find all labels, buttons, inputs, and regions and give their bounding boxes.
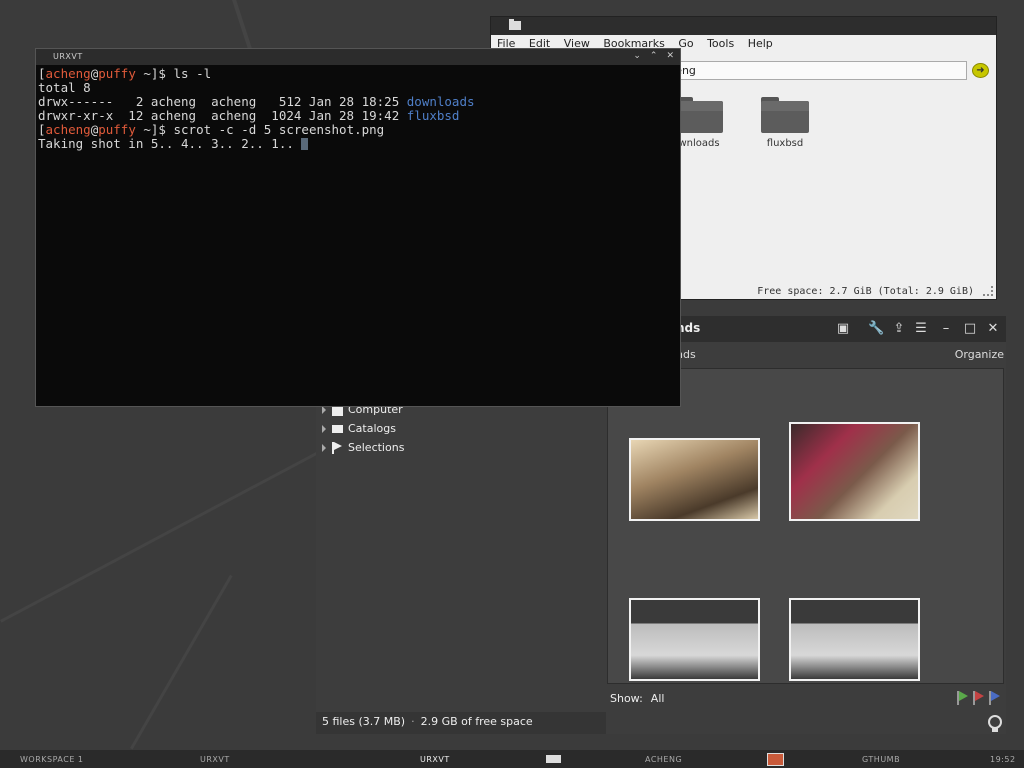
thumbnail-grid [607, 368, 1004, 684]
maximize-icon[interactable]: □ [962, 321, 978, 337]
menu-tools[interactable]: Tools [707, 37, 734, 50]
terminal-text: puffy [98, 122, 136, 137]
minimize-icon[interactable]: – [938, 321, 954, 337]
terminal-line: Taking shot in 5.. 4.. 3.. 2.. 1.. [38, 137, 678, 151]
tree-item-selections[interactable]: Selections [322, 440, 404, 456]
free-space-status: 2.9 GB of free space [420, 715, 533, 728]
terminal-text: fluxbsd [406, 108, 460, 123]
terminal-window[interactable]: URXVT ⌄ ⌃ ✕ [acheng@puffy ~]$ ls -l total 8… [35, 48, 681, 407]
expand-arrow-icon[interactable] [322, 406, 326, 414]
red-flag-icon[interactable] [972, 690, 984, 706]
flag-icon [332, 442, 342, 454]
resize-grip[interactable] [983, 286, 993, 296]
tree-item-label: Selections [348, 441, 405, 454]
terminal-text: [ [38, 122, 46, 137]
image-viewer-icon[interactable] [767, 753, 784, 766]
catalog-icon [332, 425, 343, 433]
terminal-line: total 8 [38, 81, 678, 95]
blue-flag-icon[interactable] [988, 690, 1000, 706]
menu-icon[interactable]: ☰ [913, 321, 929, 337]
thumbnail-image[interactable] [629, 598, 760, 681]
terminal-text: ~]$ ls -l [135, 66, 212, 81]
menu-help[interactable]: Help [748, 37, 773, 50]
minimize-icon[interactable]: ⌄ [633, 51, 641, 61]
photo-manager-statusbar: 5 files (3.7 MB) · 2.9 GB of free space [316, 712, 606, 734]
wallpaper-line [130, 574, 233, 750]
thumbnail-image[interactable] [789, 598, 920, 681]
clock: 19:52 [990, 755, 1016, 764]
maximize-icon[interactable]: ⌃ [650, 51, 658, 61]
folder-icon[interactable] [546, 755, 561, 763]
terminal-line: drwx------ 2 acheng acheng 512 Jan 28 18… [38, 95, 678, 109]
share-icon[interactable]: ⇪ [891, 321, 907, 337]
terminal-text: Taking shot in 5.. 4.. 3.. 2.. 1.. [38, 136, 302, 151]
terminal-titlebar[interactable]: URXVT ⌄ ⌃ ✕ [36, 49, 680, 65]
terminal-line: drwxr-xr-x 12 acheng acheng 1024 Jan 28 … [38, 109, 678, 123]
taskbar-item-gthumb[interactable]: GTHUMB [862, 755, 900, 764]
terminal-line: [acheng@puffy ~]$ ls -l [38, 67, 678, 81]
file-manager-titlebar[interactable] [491, 17, 996, 35]
terminal-text: [ [38, 66, 46, 81]
terminal-text: drwx------ 2 acheng acheng 512 Jan 28 18… [38, 94, 407, 109]
show-label: Show: [610, 692, 643, 705]
folder-icon [675, 97, 723, 133]
filter-bar: Show: All [610, 692, 664, 705]
terminal-title: URXVT [53, 52, 83, 61]
folder-fluxbsd[interactable]: fluxbsd [755, 97, 815, 149]
workspace-label[interactable]: WORKSPACE 1 [20, 755, 84, 764]
tree-item-catalogs[interactable]: Catalogs [322, 421, 396, 437]
terminal-text: total 8 [38, 80, 91, 95]
terminal-text: puffy [98, 66, 136, 81]
folder-label: fluxbsd [766, 138, 804, 149]
lightbulb-icon[interactable] [988, 715, 1002, 732]
terminal-text: acheng [45, 66, 91, 81]
thumbnail-image[interactable] [789, 422, 920, 521]
presentation-icon[interactable]: ▣ [835, 321, 851, 337]
thumbnail-image[interactable] [629, 438, 760, 521]
taskbar-item-urxvt-active[interactable]: URXVT [420, 755, 450, 764]
expand-arrow-icon[interactable] [322, 425, 326, 433]
file-count-status: 5 files (3.7 MB) [322, 715, 406, 728]
close-icon[interactable]: ✕ [666, 51, 674, 61]
green-flag-icon[interactable] [956, 690, 968, 706]
taskbar: WORKSPACE 1 URXVT URXVT ACHENG GTHUMB 19… [0, 750, 1024, 768]
terminal-line: [acheng@puffy ~]$ scrot -c -d 5 screensh… [38, 123, 678, 137]
taskbar-item-acheng[interactable]: ACHENG [645, 755, 682, 764]
go-button[interactable]: ➜ [972, 63, 989, 78]
terminal-text: acheng [45, 122, 91, 137]
terminal-text: downloads [406, 94, 475, 109]
wrench-icon[interactable]: 🔧 [868, 321, 884, 337]
terminal-text: ~]$ scrot -c -d 5 screenshot.png [135, 122, 385, 137]
folder-icon [509, 19, 521, 30]
terminal-cursor [301, 138, 309, 150]
tree-item-label: Catalogs [348, 422, 396, 435]
location-input[interactable]: s/acheng [641, 61, 967, 80]
taskbar-item-urxvt[interactable]: URXVT [200, 755, 230, 764]
terminal-output[interactable]: [acheng@puffy ~]$ ls -l total 8 drwx------… [38, 67, 678, 151]
window-controls: ⌄ ⌃ ✕ [624, 51, 674, 61]
folder-icon [761, 97, 809, 133]
show-filter-select[interactable]: All [651, 692, 665, 705]
close-icon[interactable]: ✕ [985, 321, 1001, 337]
expand-arrow-icon[interactable] [322, 444, 326, 452]
free-space-status: Free space: 2.7 GiB (Total: 2.9 GiB) [757, 286, 974, 297]
terminal-text: drwxr-xr-x 12 acheng acheng 1024 Jan 28 … [38, 108, 407, 123]
arrow-right-icon: ➜ [976, 65, 985, 76]
sources-pane: Computer Catalogs Selections [316, 368, 601, 712]
organize-button[interactable]: Organize [955, 348, 1004, 361]
